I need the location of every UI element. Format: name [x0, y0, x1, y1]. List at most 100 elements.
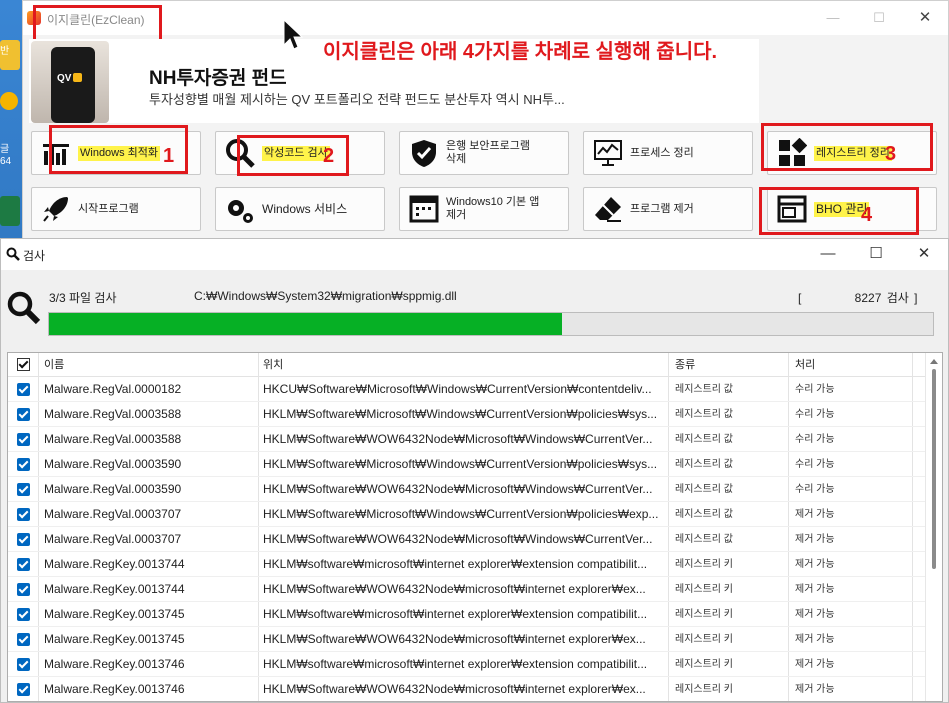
row-checkbox[interactable]	[16, 682, 30, 696]
row-check-cell	[8, 627, 39, 651]
step-number-3: 3	[885, 143, 897, 165]
maximize-button[interactable]: ☐	[856, 5, 902, 31]
table-row[interactable]: Malware.RegKey.0013744 HKLM₩Software₩WOW6…	[8, 577, 942, 602]
table-row[interactable]: Malware.RegVal.0003588 HKLM₩Software₩Micr…	[8, 402, 942, 427]
table-row[interactable]: Malware.RegVal.0003588 HKLM₩Software₩WOW6…	[8, 427, 942, 452]
cell-location: HKCU₩Software₩Microsoft₩Windows₩CurrentV…	[259, 377, 669, 401]
row-checkbox[interactable]	[16, 657, 30, 671]
tool-label: 은행 보안프로그램 삭제	[446, 140, 531, 165]
column-header-type[interactable]: 종류	[669, 353, 789, 376]
banner-subtitle: 투자성향별 매월 제시하는 QV 포트폴리오 전략 펀드도 분산투자 역시 NH…	[149, 92, 565, 107]
mouse-cursor-icon	[283, 19, 303, 50]
scroll-thumb[interactable]	[932, 369, 936, 569]
column-header-name[interactable]: 이름	[39, 353, 259, 376]
bank-security-remove-button[interactable]: 은행 보안프로그램 삭제	[399, 131, 569, 175]
scan-titlebar[interactable]: 검사 — ☐ ✕	[1, 239, 948, 270]
table-row[interactable]: Malware.RegKey.0013745 HKLM₩Software₩WOW6…	[8, 627, 942, 652]
row-checkbox[interactable]	[16, 632, 30, 646]
cell-action: 제거 가능	[789, 627, 913, 651]
row-check-cell	[8, 502, 39, 526]
qv-logo: QV	[57, 73, 83, 84]
row-checkbox[interactable]	[16, 407, 30, 421]
cell-name: Malware.RegKey.0013744	[39, 552, 259, 576]
startup-programs-button[interactable]: 시작프로그램	[31, 187, 201, 231]
cell-action: 수리 가능	[789, 477, 913, 501]
cell-name: Malware.RegVal.0003590	[39, 452, 259, 476]
cell-type: 레지스트리 값	[669, 477, 789, 501]
tool-label: Windows10 기본 앱 제거	[446, 196, 540, 221]
row-checkbox[interactable]	[16, 382, 30, 396]
progress-bar	[48, 312, 934, 336]
table-row[interactable]: Malware.RegVal.0000182 HKCU₩Software₩Micr…	[8, 377, 942, 402]
cell-name: Malware.RegKey.0013746	[39, 652, 259, 676]
minimize-button[interactable]: —	[810, 5, 856, 31]
row-checkbox[interactable]	[16, 482, 30, 496]
scan-window: 검사 — ☐ ✕ 3/3 파일 검사 C:₩Windows₩System32₩m…	[0, 238, 949, 703]
scan-minimize-button[interactable]: —	[804, 241, 852, 267]
windows-services-button[interactable]: Windows 서비스	[215, 187, 385, 231]
table-row[interactable]: Malware.RegKey.0013746 HKLM₩Software₩WOW6…	[8, 677, 942, 701]
row-check-cell	[8, 377, 39, 401]
row-checkbox[interactable]	[16, 457, 30, 471]
table-body: Malware.RegVal.0000182 HKCU₩Software₩Micr…	[8, 377, 942, 701]
phone-image: QV	[31, 41, 109, 123]
scan-close-button[interactable]: ✕	[900, 241, 948, 267]
row-check-cell	[8, 427, 39, 451]
app-icon[interactable]	[0, 92, 18, 110]
cell-name: Malware.RegVal.0003707	[39, 502, 259, 526]
cell-action: 제거 가능	[789, 577, 913, 601]
cell-location: HKLM₩Software₩Microsoft₩Windows₩CurrentV…	[259, 402, 669, 426]
results-table: 이름 위치 종류 처리 Malware.RegVal.0000182 HKCU₩S…	[7, 352, 943, 702]
win10-app-remove-button[interactable]: Windows10 기본 앱 제거	[399, 187, 569, 231]
scroll-up-arrow-icon[interactable]	[930, 359, 938, 364]
cell-location: HKLM₩software₩microsoft₩internet explore…	[259, 652, 669, 676]
excel-icon[interactable]	[0, 196, 20, 226]
row-checkbox[interactable]	[16, 582, 30, 596]
table-row[interactable]: Malware.RegVal.0003590 HKLM₩Software₩Micr…	[8, 452, 942, 477]
scan-count: [ 8227 검사 ]	[798, 291, 918, 305]
row-check-cell	[8, 527, 39, 551]
column-header-location[interactable]: 위치	[259, 353, 669, 376]
cell-name: Malware.RegKey.0013744	[39, 577, 259, 601]
shield-check-icon	[404, 133, 444, 173]
cell-action: 수리 가능	[789, 452, 913, 476]
cell-type: 레지스트리 값	[669, 427, 789, 451]
cell-type: 레지스트리 값	[669, 527, 789, 551]
cell-location: HKLM₩Software₩WOW6432Node₩microsoft₩inte…	[259, 577, 669, 601]
table-row[interactable]: Malware.RegVal.0003590 HKLM₩Software₩WOW6…	[8, 477, 942, 502]
row-check-cell	[8, 677, 39, 701]
row-checkbox[interactable]	[16, 607, 30, 621]
cell-action: 제거 가능	[789, 652, 913, 676]
cell-type: 레지스트리 키	[669, 577, 789, 601]
cell-location: HKLM₩software₩microsoft₩internet explore…	[259, 602, 669, 626]
table-row[interactable]: Malware.RegVal.0003707 HKLM₩Software₩WOW6…	[8, 527, 942, 552]
cell-location: HKLM₩Software₩WOW6432Node₩microsoft₩inte…	[259, 627, 669, 651]
column-header-action[interactable]: 처리	[789, 353, 913, 376]
row-checkbox[interactable]	[16, 557, 30, 571]
cell-type: 레지스트리 키	[669, 677, 789, 701]
row-check-cell	[8, 477, 39, 501]
table-header: 이름 위치 종류 처리	[8, 353, 942, 377]
program-remove-button[interactable]: 프로그램 제거	[583, 187, 753, 231]
table-row[interactable]: Malware.RegKey.0013744 HKLM₩software₩micr…	[8, 552, 942, 577]
ezclean-main-window: 이지클린(EzClean) — ☐ ✕ QV NH투자증권 펀드 투자성향별 매…	[22, 0, 949, 240]
row-checkbox[interactable]	[16, 432, 30, 446]
row-checkbox[interactable]	[16, 507, 30, 521]
vertical-scrollbar[interactable]	[925, 353, 942, 701]
close-button[interactable]: ✕	[902, 5, 948, 31]
select-all-checkbox[interactable]	[16, 358, 30, 371]
row-checkbox[interactable]	[16, 532, 30, 546]
cell-type: 레지스트리 키	[669, 652, 789, 676]
cell-type: 레지스트리 값	[669, 452, 789, 476]
highlight-box-3	[761, 123, 933, 171]
scan-maximize-button[interactable]: ☐	[852, 241, 900, 267]
cell-name: Malware.RegVal.0003707	[39, 527, 259, 551]
table-row[interactable]: Malware.RegKey.0013745 HKLM₩software₩micr…	[8, 602, 942, 627]
cell-location: HKLM₩Software₩Microsoft₩Windows₩CurrentV…	[259, 452, 669, 476]
row-check-cell	[8, 652, 39, 676]
cell-location: HKLM₩Software₩WOW6432Node₩Microsoft₩Wind…	[259, 477, 669, 501]
table-row[interactable]: Malware.RegKey.0013746 HKLM₩software₩micr…	[8, 652, 942, 677]
cell-name: Malware.RegVal.0003588	[39, 402, 259, 426]
table-row[interactable]: Malware.RegVal.0003707 HKLM₩Software₩Micr…	[8, 502, 942, 527]
process-cleanup-button[interactable]: 프로세스 정리	[583, 131, 753, 175]
